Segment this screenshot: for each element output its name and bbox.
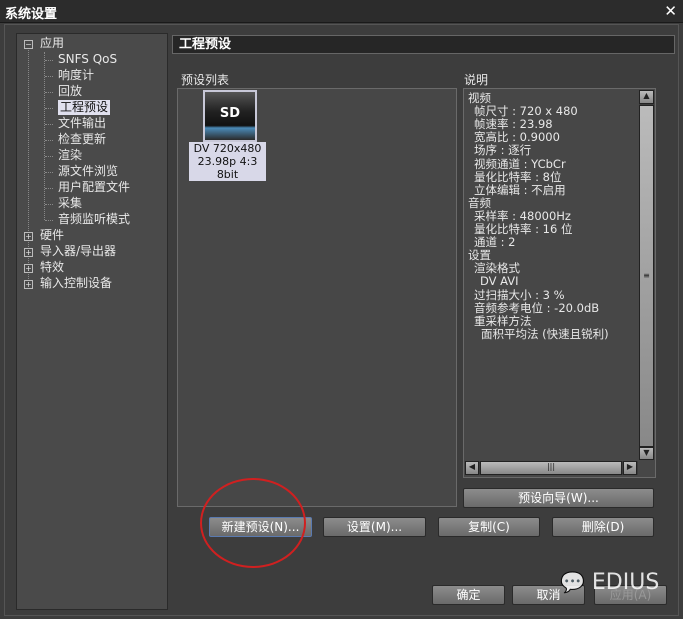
- description-line: 面积平均法 (快速且锐利): [481, 326, 609, 341]
- description-line: 视频通道 : YCbCr: [474, 156, 566, 171]
- horizontal-scrollbar[interactable]: ◀ ||| ▶: [465, 461, 638, 475]
- description-line: 通道 : 2: [474, 235, 516, 250]
- tree-item-app[interactable]: 应用: [40, 36, 64, 51]
- description-line: 采样率 : 48000Hz: [474, 208, 571, 223]
- tree-item-group[interactable]: 特效: [40, 260, 64, 275]
- preset-thumbnail-sd[interactable]: SD: [203, 90, 257, 142]
- collapse-icon[interactable]: −: [24, 40, 33, 49]
- description-line: 帧速率 : 23.98: [474, 117, 553, 132]
- preset-caption[interactable]: DV 720x480 23.98p 4:3 8bit: [189, 142, 266, 181]
- description-line: 帧尺寸 : 720 x 480: [474, 104, 578, 119]
- vertical-scrollbar[interactable]: ▲ ≡ ▼: [639, 90, 654, 460]
- scroll-up-icon[interactable]: ▲: [639, 90, 654, 104]
- tree-item-child[interactable]: 采集: [58, 196, 82, 211]
- hscroll-thumb[interactable]: |||: [480, 461, 622, 475]
- tree-item-group[interactable]: 导入器/导出器: [40, 244, 116, 259]
- expand-icon[interactable]: +: [24, 232, 33, 241]
- window-title: 系统设置: [5, 7, 58, 22]
- watermark: 💬 EDIUS: [560, 570, 659, 595]
- close-button[interactable]: ✕: [664, 2, 677, 20]
- tree-item-child[interactable]: 文件输出: [58, 116, 106, 131]
- description-line: 设置: [468, 248, 491, 263]
- tree-item-child[interactable]: 响度计: [58, 68, 94, 83]
- preset-caption-line1: DV 720x480: [193, 142, 262, 155]
- tree-item-child[interactable]: 检查更新: [58, 132, 106, 147]
- expand-icon[interactable]: +: [24, 264, 33, 273]
- description-line: DV AVI: [480, 274, 519, 289]
- tree-item-group[interactable]: 硬件: [40, 228, 64, 243]
- tree-item-child[interactable]: SNFS QoS: [58, 52, 117, 67]
- tree-item-child[interactable]: 回放: [58, 84, 82, 99]
- description-line: 场序 : 逐行: [474, 143, 532, 158]
- description-line: 视频: [468, 91, 491, 105]
- settings-button[interactable]: 设置(M)...: [323, 517, 426, 537]
- description-line: 音频参考电位 : -20.0dB: [474, 300, 600, 315]
- scroll-thumb[interactable]: ≡: [639, 105, 654, 447]
- title-bar: [0, 0, 683, 23]
- tree-item-child[interactable]: 用户配置文件: [58, 180, 130, 195]
- watermark-text: EDIUS: [591, 570, 660, 595]
- expand-icon[interactable]: +: [24, 248, 33, 257]
- scroll-right-icon[interactable]: ▶: [623, 461, 637, 475]
- copy-button[interactable]: 复制(C): [438, 517, 540, 537]
- tree-item-child[interactable]: 源文件浏览: [58, 164, 118, 179]
- ok-button[interactable]: 确定: [432, 585, 505, 605]
- wechat-icon: 💬: [560, 570, 585, 594]
- description-line: 量化比特率 : 16 位: [474, 222, 573, 236]
- description-line: 音频: [468, 195, 491, 210]
- scroll-down-icon[interactable]: ▼: [639, 447, 654, 460]
- description-line: 过扫描大小 : 3 %: [474, 287, 565, 302]
- panel-title: 工程预设: [172, 35, 675, 54]
- preset-caption-line2: 23.98p 4:3 8bit: [197, 155, 258, 181]
- description-line: 重采样方法: [474, 313, 532, 328]
- highlight-circle: [200, 478, 306, 568]
- tree-item-group[interactable]: 输入控制设备: [40, 276, 112, 291]
- tree-item-child[interactable]: 音频监听模式: [58, 212, 130, 227]
- description-line: 立体编辑 : 不启用: [474, 182, 566, 197]
- tree-item-child[interactable]: 工程预设: [58, 100, 111, 115]
- expand-icon[interactable]: +: [24, 280, 33, 289]
- delete-button[interactable]: 删除(D): [552, 517, 654, 537]
- description-line: 宽高比 : 0.9000: [474, 130, 560, 145]
- preset-wizard-button[interactable]: 预设向导(W)...: [463, 488, 654, 508]
- scroll-left-icon[interactable]: ◀: [465, 461, 479, 475]
- tree-item-child[interactable]: 渲染: [58, 148, 82, 163]
- description-line: 量化比特率 : 8位: [474, 169, 562, 184]
- description-line: 渲染格式: [474, 261, 520, 276]
- description-label: 说明: [464, 73, 489, 87]
- preset-list-label: 预设列表: [181, 73, 230, 87]
